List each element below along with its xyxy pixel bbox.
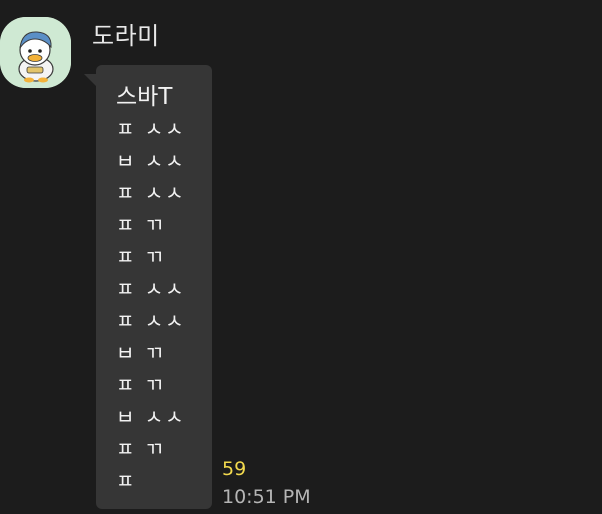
message-line: ㅍ ㄲ: [116, 437, 166, 461]
message-line: ㅂ ㅅㅅ: [116, 149, 186, 173]
message-line: ㅍ ㅅㅅ: [116, 117, 186, 141]
sender-avatar[interactable]: [0, 17, 71, 88]
message-line: ㅍ ㅅㅅ: [116, 277, 186, 301]
sender-name: 도라미: [92, 22, 160, 50]
message-line: ㅂ ㅅㅅ: [116, 405, 186, 429]
message-line: ㅍ: [116, 469, 137, 493]
message-line: ㅍ ㄲ: [116, 213, 166, 237]
message-bubble[interactable]: 스바T ㅍ ㅅㅅ ㅂ ㅅㅅ ㅍ ㅅㅅ ㅍ ㄲ ㅍ ㄲ ㅍ ㅅㅅ ㅍ ㅅㅅ ㅂ ㄲ…: [96, 65, 212, 509]
message-line: ㅂ ㄲ: [116, 341, 166, 365]
message-line: ㅍ ㄲ: [116, 245, 166, 269]
duck-character-avatar-icon: [0, 17, 71, 88]
message-text: 스바T ㅍ ㅅㅅ ㅂ ㅅㅅ ㅍ ㅅㅅ ㅍ ㄲ ㅍ ㄲ ㅍ ㅅㅅ ㅍ ㅅㅅ ㅂ ㄲ…: [116, 81, 186, 497]
message-line: ㅍ ㄲ: [116, 373, 166, 397]
message-line: ㅍ ㅅㅅ: [116, 181, 186, 205]
chat-message-row: 도라미 스바T ㅍ ㅅㅅ ㅂ ㅅㅅ ㅍ ㅅㅅ ㅍ ㄲ ㅍ ㄲ ㅍ ㅅㅅ ㅍ ㅅㅅ…: [0, 0, 602, 514]
message-line: ㅍ ㅅㅅ: [116, 309, 186, 333]
message-line: 스바T: [116, 84, 173, 110]
unread-count: 59: [222, 458, 247, 480]
message-time: 10:51 PM: [222, 486, 311, 508]
